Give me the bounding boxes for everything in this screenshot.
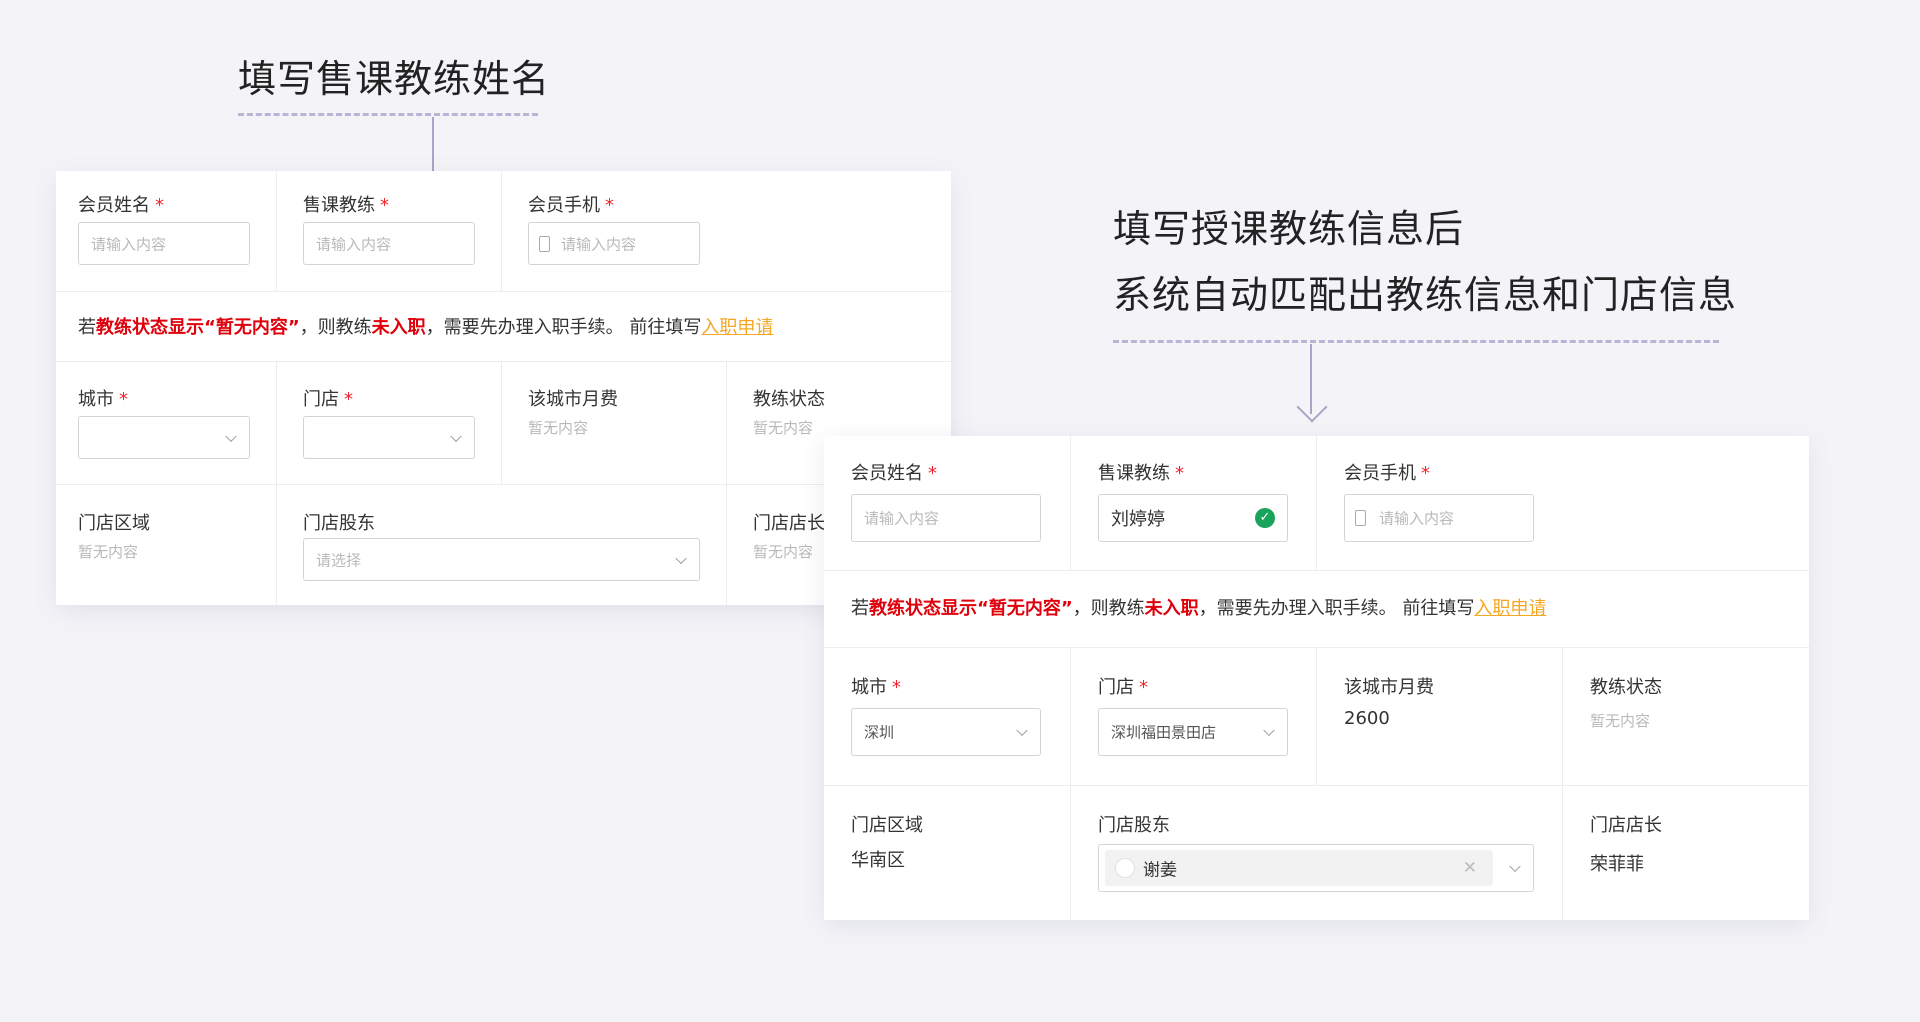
coach-status-value: 暂无内容 (1590, 712, 1651, 730)
store-manager-label: 门店店长 (753, 513, 825, 534)
sales-coach-input[interactable]: 刘婷婷 ✓ (1098, 494, 1288, 542)
store-select[interactable] (303, 416, 475, 459)
onboarding-link[interactable]: 入职申请 (1474, 598, 1546, 619)
city-fee-value: 2600 (1344, 708, 1390, 729)
close-icon[interactable]: ✕ (1463, 858, 1477, 878)
filled-form-card: 会员姓名 * 请输入内容 售课教练 * 刘婷婷 ✓ 会员手机 * 请输入内容 若教练状态… (824, 436, 1809, 920)
member-name-label: 会员姓名 * (78, 195, 164, 216)
city-fee-label: 该城市月费 (1344, 677, 1434, 698)
store-label: 门店 * (303, 389, 353, 410)
store-manager-value: 暂无内容 (753, 543, 814, 561)
city-select[interactable]: 深圳 (851, 708, 1041, 756)
member-name-label: 会员姓名 * (851, 463, 937, 484)
phone-icon (1355, 510, 1366, 526)
store-shareholder-select[interactable]: 谢姜 ✕ (1098, 844, 1534, 892)
store-region-label: 门店区域 (851, 815, 923, 836)
city-fee-label: 该城市月费 (528, 389, 618, 410)
onboarding-link[interactable]: 入职申请 (701, 317, 773, 338)
coach-status-notice: 若教练状态显示“暂无内容”，则教练未入职，需要先办理入职手续。 前往填写入职申请 (851, 598, 1547, 619)
coach-status-label: 教练状态 (753, 389, 825, 410)
store-manager-value: 荣菲菲 (1590, 854, 1644, 875)
store-shareholder-label: 门店股东 (303, 513, 375, 534)
annotation-left-underline (238, 113, 538, 116)
store-region-value: 暂无内容 (78, 543, 139, 561)
chevron-down-icon (1016, 724, 1028, 737)
chevron-down-icon (1263, 724, 1275, 737)
store-select[interactable]: 深圳福田景田店 (1098, 708, 1288, 756)
chevron-down-icon (450, 430, 462, 442)
store-shareholder-select[interactable]: 请选择 (303, 538, 700, 581)
coach-status-label: 教练状态 (1590, 677, 1662, 698)
store-manager-label: 门店店长 (1590, 815, 1662, 836)
shareholder-name: 谢姜 (1143, 860, 1177, 881)
phone-icon (539, 235, 550, 252)
chevron-down-icon (1509, 860, 1521, 873)
annotation-right-underline (1113, 340, 1719, 343)
arrow-down-icon (1296, 391, 1328, 423)
member-phone-label: 会员手机 * (528, 195, 614, 216)
member-name-input[interactable]: 请输入内容 (851, 494, 1041, 542)
member-phone-input[interactable]: 请输入内容 (528, 222, 700, 265)
city-select[interactable] (78, 416, 250, 459)
member-phone-input[interactable]: 请输入内容 (1344, 494, 1534, 542)
coach-status-notice: 若教练状态显示“暂无内容”，则教练未入职，需要先办理入职手续。 前往填写入职申请 (78, 317, 774, 338)
sales-coach-label: 售课教练 * (1098, 463, 1184, 484)
store-region-value: 华南区 (851, 850, 905, 871)
chevron-down-icon (225, 430, 237, 442)
store-region-label: 门店区域 (78, 513, 150, 534)
city-label: 城市 * (851, 677, 901, 698)
sales-coach-input[interactable]: 请输入内容 (303, 222, 475, 265)
annotation-left: 填写售课教练姓名 (238, 57, 551, 101)
sales-coach-label: 售课教练 * (303, 195, 389, 216)
check-circle-icon: ✓ (1255, 508, 1275, 528)
member-name-input[interactable]: 请输入内容 (78, 222, 250, 265)
coach-status-value: 暂无内容 (753, 419, 814, 437)
city-label: 城市 * (78, 389, 128, 410)
annotation-right-line1: 填写授课教练信息后 (1113, 207, 1465, 251)
annotation-right-line2: 系统自动匹配出教练信息和门店信息 (1113, 273, 1738, 317)
store-shareholder-label: 门店股东 (1098, 815, 1170, 836)
shareholder-tag: 谢姜 ✕ (1105, 850, 1493, 886)
city-fee-value: 暂无内容 (528, 419, 589, 437)
member-phone-label: 会员手机 * (1344, 463, 1430, 484)
avatar (1115, 858, 1135, 878)
empty-form-card: 会员姓名 * 请输入内容 售课教练 * 请输入内容 会员手机 * 请输入内容 若教练状… (56, 171, 951, 605)
store-label: 门店 * (1098, 677, 1148, 698)
chevron-down-icon (675, 552, 687, 564)
